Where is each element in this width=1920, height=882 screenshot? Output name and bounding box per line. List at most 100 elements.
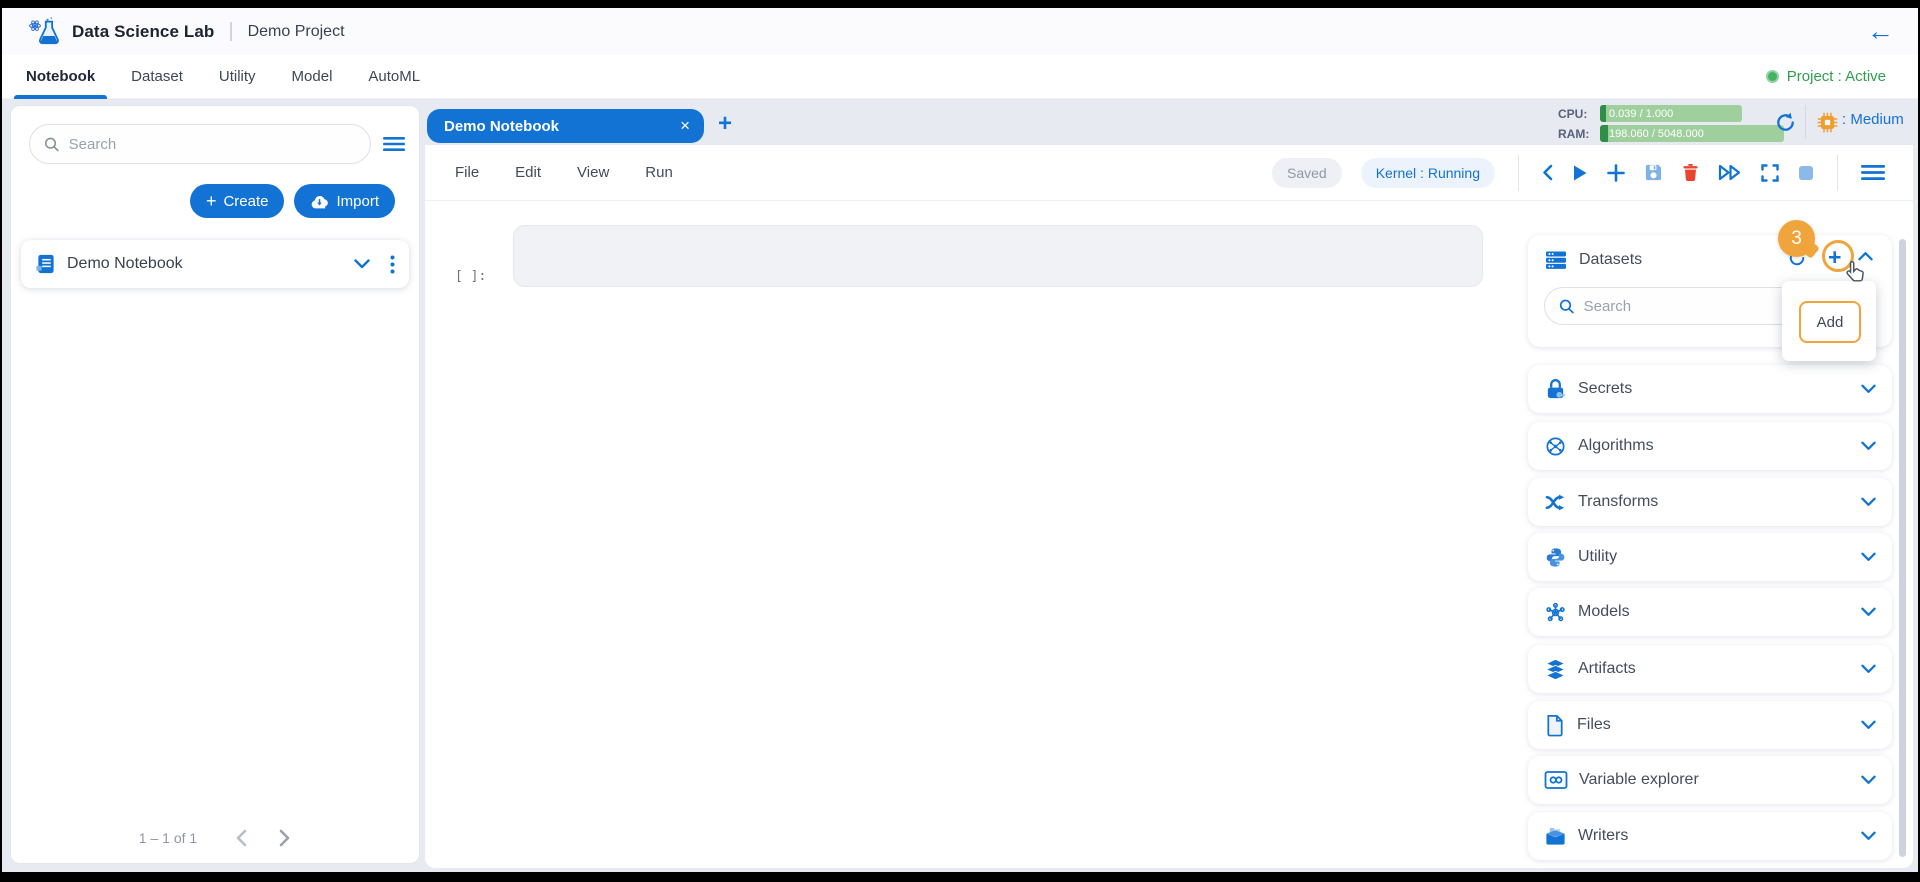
section-writers[interactable]: Writers — [1528, 812, 1892, 860]
menu-edit[interactable]: Edit — [515, 164, 541, 181]
section-variable-explorer[interactable]: Variable explorer — [1528, 756, 1892, 804]
transforms-icon — [1545, 494, 1565, 510]
files-icon — [1547, 714, 1563, 736]
ram-usage-bar: 198.060 / 5048.000 — [1600, 125, 1784, 142]
chevron-down-icon[interactable] — [1861, 664, 1876, 674]
stop-kernel-icon[interactable] — [1798, 165, 1814, 181]
list-menu-icon[interactable] — [383, 136, 405, 152]
chevron-down-icon[interactable] — [1861, 720, 1876, 730]
import-button[interactable]: Import — [294, 184, 395, 218]
pagination: 1 – 1 of 1 — [11, 829, 419, 847]
tab-close-icon[interactable]: × — [680, 116, 690, 136]
artifacts-icon — [1545, 658, 1566, 680]
add-cell-icon[interactable] — [1607, 163, 1625, 182]
hand-cursor-icon — [1843, 260, 1865, 284]
notebook-tab-title: Demo Notebook — [444, 117, 560, 135]
chevron-down-icon[interactable] — [1861, 607, 1876, 617]
kebab-menu-icon[interactable] — [390, 255, 395, 274]
cpu-usage-bar: 0.039 / 1.000 — [1600, 105, 1742, 122]
notebook-search[interactable] — [29, 124, 371, 164]
notebook-tab[interactable]: Demo Notebook × — [427, 109, 704, 143]
chevron-down-icon[interactable] — [1861, 441, 1876, 451]
writers-icon — [1546, 827, 1565, 845]
nav-tab-automl[interactable]: AutoML — [350, 55, 438, 99]
notebook-item-name: Demo Notebook — [67, 255, 183, 272]
project-name: Demo Project — [247, 22, 345, 40]
menu-file[interactable]: File — [455, 164, 479, 181]
save-status-badge: Saved — [1272, 157, 1342, 188]
toolbar-divider — [1518, 154, 1519, 191]
strip-divider — [1805, 105, 1806, 139]
delete-cell-icon[interactable] — [1682, 163, 1699, 182]
add-tab-icon[interactable]: + — [718, 110, 732, 138]
cpu-usage-value: 0.039 / 1.000 — [1609, 107, 1674, 120]
algorithms-icon — [1546, 436, 1565, 456]
pagination-range: 1 – 1 of 1 — [138, 830, 198, 846]
app-header: Data Science Lab | Demo Project ← — [2, 8, 1918, 55]
notebook-search-input[interactable] — [68, 135, 356, 153]
refresh-resources-icon[interactable] — [1774, 111, 1797, 134]
add-tooltip-button[interactable]: Add — [1799, 301, 1861, 343]
search-icon — [1559, 299, 1574, 313]
right-panel-scrollbar[interactable] — [1899, 239, 1906, 857]
ram-label: RAM: — [1558, 126, 1590, 141]
notebook-menu-icon[interactable] — [1861, 164, 1885, 181]
cloud-import-icon — [312, 195, 329, 208]
resource-usage: CPU: 0.039 / 1.000 RAM: 198.060 / 5048.0… — [1558, 105, 1784, 145]
project-status-label: Project : Active — [1786, 68, 1886, 85]
chevron-down-icon[interactable] — [1861, 384, 1876, 394]
ram-usage-value: 198.060 / 5048.000 — [1609, 127, 1704, 140]
menu-view[interactable]: View — [577, 164, 609, 181]
notebook-list-item[interactable]: Demo Notebook — [21, 240, 409, 288]
secrets-icon — [1547, 378, 1566, 398]
section-transforms[interactable]: Transforms — [1528, 478, 1892, 526]
section-algorithms[interactable]: Algorithms — [1528, 422, 1892, 470]
page-prev-icon[interactable] — [235, 829, 248, 847]
back-arrow-icon[interactable]: ← — [1867, 18, 1894, 45]
models-icon — [1546, 602, 1565, 621]
kernel-status-badge: Kernel : Running — [1360, 157, 1495, 188]
toolbar-divider — [1837, 154, 1838, 191]
chevron-down-icon[interactable] — [1861, 552, 1876, 562]
notebook-toolbar: File Edit View Run Saved Kernel : Runnin… — [425, 145, 1913, 201]
run-cell-icon[interactable] — [1572, 164, 1588, 182]
datasets-label: Datasets — [1579, 251, 1643, 268]
project-status-dot — [1765, 70, 1779, 83]
section-models[interactable]: Models — [1528, 588, 1892, 636]
search-icon — [44, 137, 59, 151]
page-next-icon[interactable] — [278, 829, 291, 847]
menu-run[interactable]: Run — [645, 164, 673, 181]
chevron-down-icon[interactable] — [1861, 831, 1876, 841]
run-all-cells-icon[interactable] — [1718, 164, 1742, 181]
collapse-panel-icon[interactable] — [1542, 164, 1553, 181]
plus-icon: + — [205, 191, 217, 211]
nav-tab-utility[interactable]: Utility — [201, 55, 274, 99]
nav-tab-dataset[interactable]: Dataset — [113, 55, 201, 99]
chevron-down-icon[interactable] — [354, 259, 370, 269]
save-notebook-icon[interactable] — [1644, 163, 1663, 182]
section-secrets[interactable]: Secrets — [1528, 365, 1892, 413]
nav-tab-model[interactable]: Model — [274, 55, 351, 99]
fullscreen-icon[interactable] — [1761, 163, 1779, 182]
nav-tab-notebook[interactable]: Notebook — [8, 55, 113, 99]
code-cell[interactable] — [513, 225, 1483, 287]
add-tooltip: Add — [1782, 281, 1876, 361]
chevron-down-icon[interactable] — [1861, 775, 1876, 785]
create-button[interactable]: + Create — [189, 184, 285, 218]
chevron-down-icon[interactable] — [1861, 497, 1876, 507]
primary-nav: Notebook Dataset Utility Model AutoML Pr… — [2, 55, 1918, 99]
content-area: + Create Import — [2, 99, 1918, 872]
datasets-icon — [1546, 251, 1566, 269]
notebook-list-panel: + Create Import — [10, 105, 420, 864]
section-artifacts[interactable]: Artifacts — [1528, 645, 1892, 693]
step-badge: 3 — [1778, 220, 1815, 257]
variable-explorer-icon — [1544, 771, 1568, 789]
section-utility[interactable]: Utility — [1528, 533, 1892, 581]
section-files[interactable]: Files — [1528, 701, 1892, 749]
app-window: Data Science Lab | Demo Project ← Notebo… — [2, 8, 1918, 872]
app-logo-icon — [26, 14, 62, 50]
python-utility-icon — [1546, 547, 1565, 567]
cpu-label: CPU: — [1558, 106, 1588, 121]
instance-chip-icon — [1817, 112, 1838, 133]
title-divider: | — [228, 20, 234, 42]
